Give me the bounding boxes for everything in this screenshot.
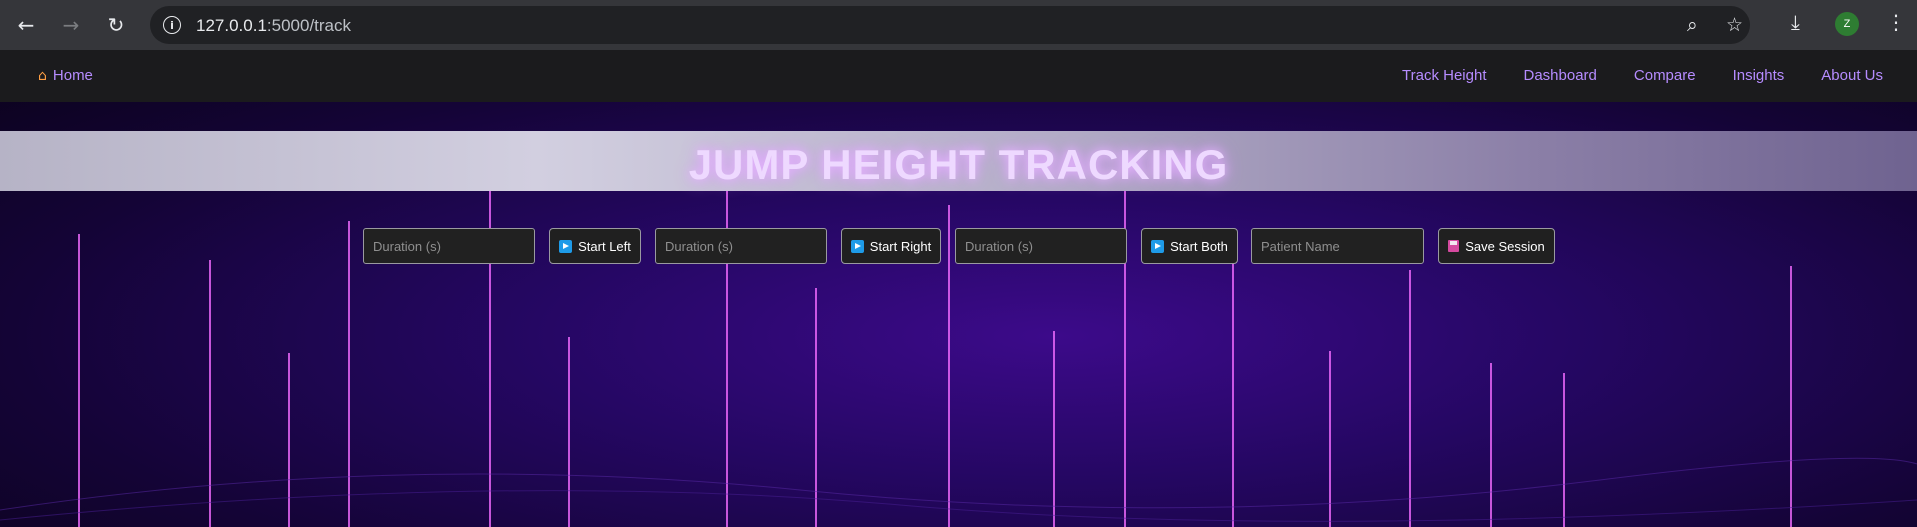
url-host: 127.0.0.1 <box>196 16 267 35</box>
save-icon <box>1448 240 1460 252</box>
start-left-label: Start Left <box>578 238 631 254</box>
nav-link-insights[interactable]: Insights <box>1733 67 1785 84</box>
menu-icon[interactable]: ⋮ <box>1886 10 1906 34</box>
site-navbar: ⌂ Home Track Height Dashboard Compare In… <box>0 50 1917 102</box>
left-duration-input[interactable] <box>363 228 535 264</box>
reload-icon[interactable]: ↻ <box>103 12 129 38</box>
start-both-label: Start Both <box>1170 238 1228 254</box>
info-icon[interactable]: i <box>163 16 181 34</box>
nav-link-compare[interactable]: Compare <box>1634 67 1696 84</box>
page-title: JUMP HEIGHT TRACKING <box>688 141 1229 188</box>
play-icon <box>850 239 864 253</box>
nav-link-dashboard[interactable]: Dashboard <box>1524 67 1597 84</box>
nav-link-about-us[interactable]: About Us <box>1821 67 1883 84</box>
forward-arrow-icon[interactable]: → <box>58 12 84 38</box>
play-icon <box>1151 239 1165 253</box>
back-arrow-icon[interactable]: ← <box>13 12 39 38</box>
zoom-icon[interactable]: ⌕ <box>1687 14 1698 36</box>
save-session-label: Save Session <box>1465 238 1545 254</box>
address-bar[interactable]: i 127.0.0.1:5000/track ⌕ ☆ <box>150 6 1750 44</box>
url-text[interactable]: 127.0.0.1:5000/track <box>196 16 351 36</box>
page: ⌂ Home Track Height Dashboard Compare In… <box>0 50 1917 527</box>
right-duration-input[interactable] <box>655 228 827 264</box>
tracking-controls: Start Left Start Right Start Both Save S… <box>0 228 1917 264</box>
save-session-button[interactable]: Save Session <box>1438 228 1555 264</box>
home-icon: ⌂ <box>38 67 47 84</box>
nav-links: Track Height Dashboard Compare Insights … <box>1402 67 1883 84</box>
start-both-button[interactable]: Start Both <box>1141 228 1238 264</box>
nav-home-label: Home <box>52 67 93 84</box>
patient-name-input[interactable] <box>1251 228 1424 264</box>
start-right-label: Start Right <box>869 238 932 254</box>
neon-lines-background <box>0 147 1917 527</box>
start-left-button[interactable]: Start Left <box>549 228 641 264</box>
nav-link-track-height[interactable]: Track Height <box>1402 67 1486 84</box>
url-path: :5000/track <box>266 16 352 35</box>
star-icon[interactable]: ☆ <box>1726 14 1743 36</box>
play-icon <box>559 239 573 253</box>
nav-home-link[interactable]: ⌂ Home <box>38 67 93 84</box>
both-duration-input[interactable] <box>955 228 1127 264</box>
download-icon[interactable]: ⤓ <box>1791 10 1800 34</box>
start-right-button[interactable]: Start Right <box>841 228 941 264</box>
avatar[interactable]: Z <box>1835 12 1859 36</box>
browser-toolbar: ← → ↻ i 127.0.0.1:5000/track ⌕ ☆ ⤓ Z ⋮ <box>0 0 1917 50</box>
